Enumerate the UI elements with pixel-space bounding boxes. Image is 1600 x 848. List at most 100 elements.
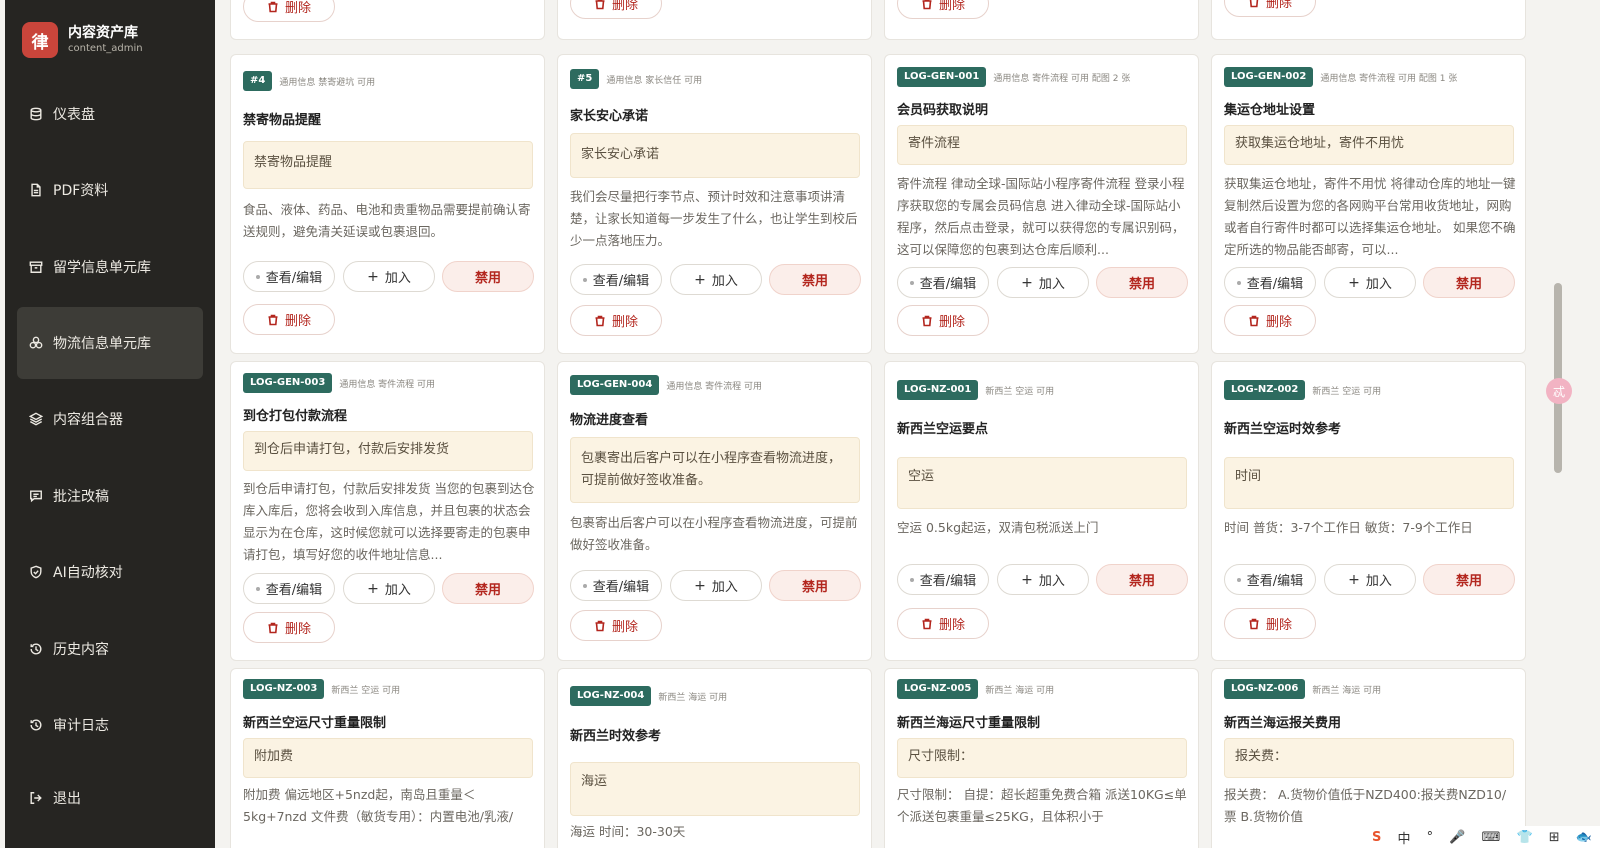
- unit-title: 新西兰空运时效参考: [1224, 422, 1342, 437]
- keyboard-icon[interactable]: ⌨: [1482, 830, 1501, 845]
- plus-icon: +: [1348, 571, 1360, 588]
- punctuation-icon[interactable]: °: [1427, 830, 1434, 845]
- nav-label: 物流信息单元库: [53, 336, 151, 352]
- nav-label: 审计日志: [53, 718, 109, 734]
- add-button[interactable]: + 加入: [670, 570, 762, 601]
- add-button[interactable]: + 加入: [343, 261, 435, 292]
- disable-button[interactable]: 禁用: [1096, 564, 1188, 595]
- unit-tag: #5: [570, 69, 600, 89]
- plus-icon: +: [1021, 571, 1033, 588]
- translate-float-icon[interactable]: 忒: [1546, 378, 1572, 404]
- nav-item-ai-check[interactable]: AI自动核对: [17, 536, 203, 608]
- sidebar: 律 内容资产库 content_admin 仪表盘 PDF资料 留学信息单元库 …: [5, 0, 215, 848]
- unit-tag: LOG-GEN-002: [1224, 67, 1314, 87]
- unit-meta: 新西兰 空运 可用: [331, 685, 401, 696]
- delete-button[interactable]: 删除: [1224, 608, 1316, 639]
- delete-button[interactable]: 删除: [897, 305, 989, 336]
- brand-title: 内容资产库: [68, 25, 138, 41]
- disable-button[interactable]: 禁用: [442, 573, 534, 604]
- sogou-icon[interactable]: S: [1372, 830, 1381, 845]
- delete-button[interactable]: 删除: [243, 304, 335, 335]
- trash-icon: [267, 314, 279, 326]
- view-edit-button[interactable]: 查看/编辑: [243, 573, 335, 604]
- ime-mode-label[interactable]: 中: [1398, 828, 1411, 847]
- unit-title: 新西兰时效参考: [570, 729, 662, 744]
- brand: 律 内容资产库 content_admin: [22, 22, 143, 58]
- unit-card: LOG-NZ-002 新西兰 空运 可用 新西兰空运时效参考 时间 时间 普货：3…: [1211, 361, 1526, 661]
- add-button[interactable]: + 加入: [997, 267, 1089, 298]
- view-edit-button[interactable]: 查看/编辑: [570, 264, 662, 295]
- unit-description: 我们会尽量把行李节点、预计时效和注意事项讲清楚，让家长知道每一步发生了什么，也让…: [570, 189, 858, 248]
- unit-highlight: 时间: [1224, 457, 1514, 509]
- nav-item-dashboard[interactable]: 仪表盘: [17, 78, 203, 150]
- nav-item-audit-log[interactable]: 审计日志: [17, 689, 203, 761]
- delete-button[interactable]: 删除: [570, 0, 662, 19]
- unit-meta: 新西兰 海运 可用: [1312, 685, 1382, 696]
- mascot-icon[interactable]: 🐟: [1576, 830, 1592, 845]
- plus-icon: +: [694, 577, 706, 594]
- nav-label: 退出: [53, 791, 81, 807]
- nav-item-pdf[interactable]: PDF资料: [17, 154, 203, 226]
- nav-item-composer[interactable]: 内容组合器: [17, 383, 203, 455]
- brand-logo: 律: [22, 22, 58, 58]
- unit-meta: 通用信息 寄件流程 可用: [339, 379, 436, 390]
- view-edit-button[interactable]: 查看/编辑: [243, 261, 335, 292]
- unit-description: 获取集运仓地址，寄件不用忧 将律动仓库的地址一键复制然后设置为您的各网购平台常用…: [1224, 176, 1516, 257]
- nav-item-history[interactable]: 历史内容: [17, 613, 203, 685]
- unit-description: 到仓后申请打包，付款后安排发货 当您的包裹到达仓库入库后，您将会收到入库信息，并…: [243, 481, 535, 562]
- plus-icon: +: [1021, 274, 1033, 291]
- unit-highlight: 空运: [897, 457, 1187, 509]
- logout-icon: [27, 789, 45, 807]
- unit-card: LOG-NZ-001 新西兰 空运 可用 新西兰空运要点 空运 空运 0.5kg起…: [884, 361, 1199, 661]
- unit-tag: LOG-NZ-003: [243, 679, 325, 699]
- vertical-scrollbar[interactable]: [1550, 0, 1566, 848]
- disable-button[interactable]: 禁用: [1423, 267, 1515, 298]
- view-edit-button[interactable]: 查看/编辑: [897, 267, 989, 298]
- microphone-icon[interactable]: 🎤: [1449, 830, 1465, 845]
- nav-item-logistics-units[interactable]: 物流信息单元库: [17, 307, 203, 379]
- unit-highlight: 包裹寄出后客户可以在小程序查看物流进度，可提前做好签收准备。: [570, 437, 860, 503]
- add-button[interactable]: + 加入: [1324, 564, 1416, 595]
- delete-button[interactable]: 删除: [570, 305, 662, 336]
- disable-button[interactable]: 禁用: [1423, 564, 1515, 595]
- nav-item-study-units[interactable]: 留学信息单元库: [17, 231, 203, 303]
- delete-button[interactable]: 删除: [1224, 0, 1316, 17]
- unit-tag: #4: [243, 71, 273, 91]
- unit-title: 新西兰空运要点: [897, 422, 989, 437]
- disable-button[interactable]: 禁用: [769, 570, 861, 601]
- unit-title: 家长安心承诺: [570, 109, 649, 124]
- add-button[interactable]: + 加入: [1324, 267, 1416, 298]
- nav-item-logout[interactable]: 退出: [17, 762, 203, 834]
- unit-title: 物流进度查看: [570, 413, 649, 428]
- unit-tag: LOG-NZ-006: [1224, 679, 1306, 699]
- disable-button[interactable]: 禁用: [442, 261, 534, 292]
- delete-button[interactable]: 删除: [243, 612, 335, 643]
- trash-icon: [1248, 0, 1260, 8]
- delete-button[interactable]: 删除: [1224, 305, 1316, 336]
- unit-meta: 通用信息 禁寄避坑 可用: [279, 77, 376, 88]
- unit-highlight: 尺寸限制：: [897, 738, 1187, 778]
- add-button[interactable]: + 加入: [670, 264, 762, 295]
- disable-button[interactable]: 禁用: [1096, 267, 1188, 298]
- main-content: 删除 删除 删除 删除 #4 通用信息 禁寄避坑 可用 禁寄物品提醒 禁寄物品提醒…: [215, 0, 1550, 848]
- skin-icon[interactable]: 👕: [1516, 830, 1532, 845]
- view-edit-button[interactable]: 查看/编辑: [1224, 564, 1316, 595]
- unit-highlight: 家长安心承诺: [570, 133, 860, 178]
- view-edit-button[interactable]: 查看/编辑: [570, 570, 662, 601]
- delete-button[interactable]: 删除: [897, 608, 989, 639]
- add-button[interactable]: + 加入: [997, 564, 1089, 595]
- unit-title: 会员码获取说明: [897, 103, 989, 118]
- view-edit-button[interactable]: 查看/编辑: [897, 564, 989, 595]
- delete-button[interactable]: 删除: [570, 610, 662, 641]
- view-edit-button[interactable]: 查看/编辑: [1224, 267, 1316, 298]
- nav-item-annotation[interactable]: 批注改稿: [17, 460, 203, 532]
- delete-button[interactable]: 删除: [243, 0, 335, 22]
- unit-tag: LOG-GEN-003: [243, 373, 333, 393]
- delete-button[interactable]: 删除: [897, 0, 989, 19]
- trash-icon: [921, 0, 933, 10]
- unit-title: 新西兰海运报关费用: [1224, 716, 1342, 731]
- unit-tag: LOG-NZ-001: [897, 380, 979, 400]
- add-button[interactable]: + 加入: [343, 573, 435, 604]
- disable-button[interactable]: 禁用: [769, 264, 861, 295]
- toolbox-icon[interactable]: ⊞: [1549, 830, 1560, 845]
